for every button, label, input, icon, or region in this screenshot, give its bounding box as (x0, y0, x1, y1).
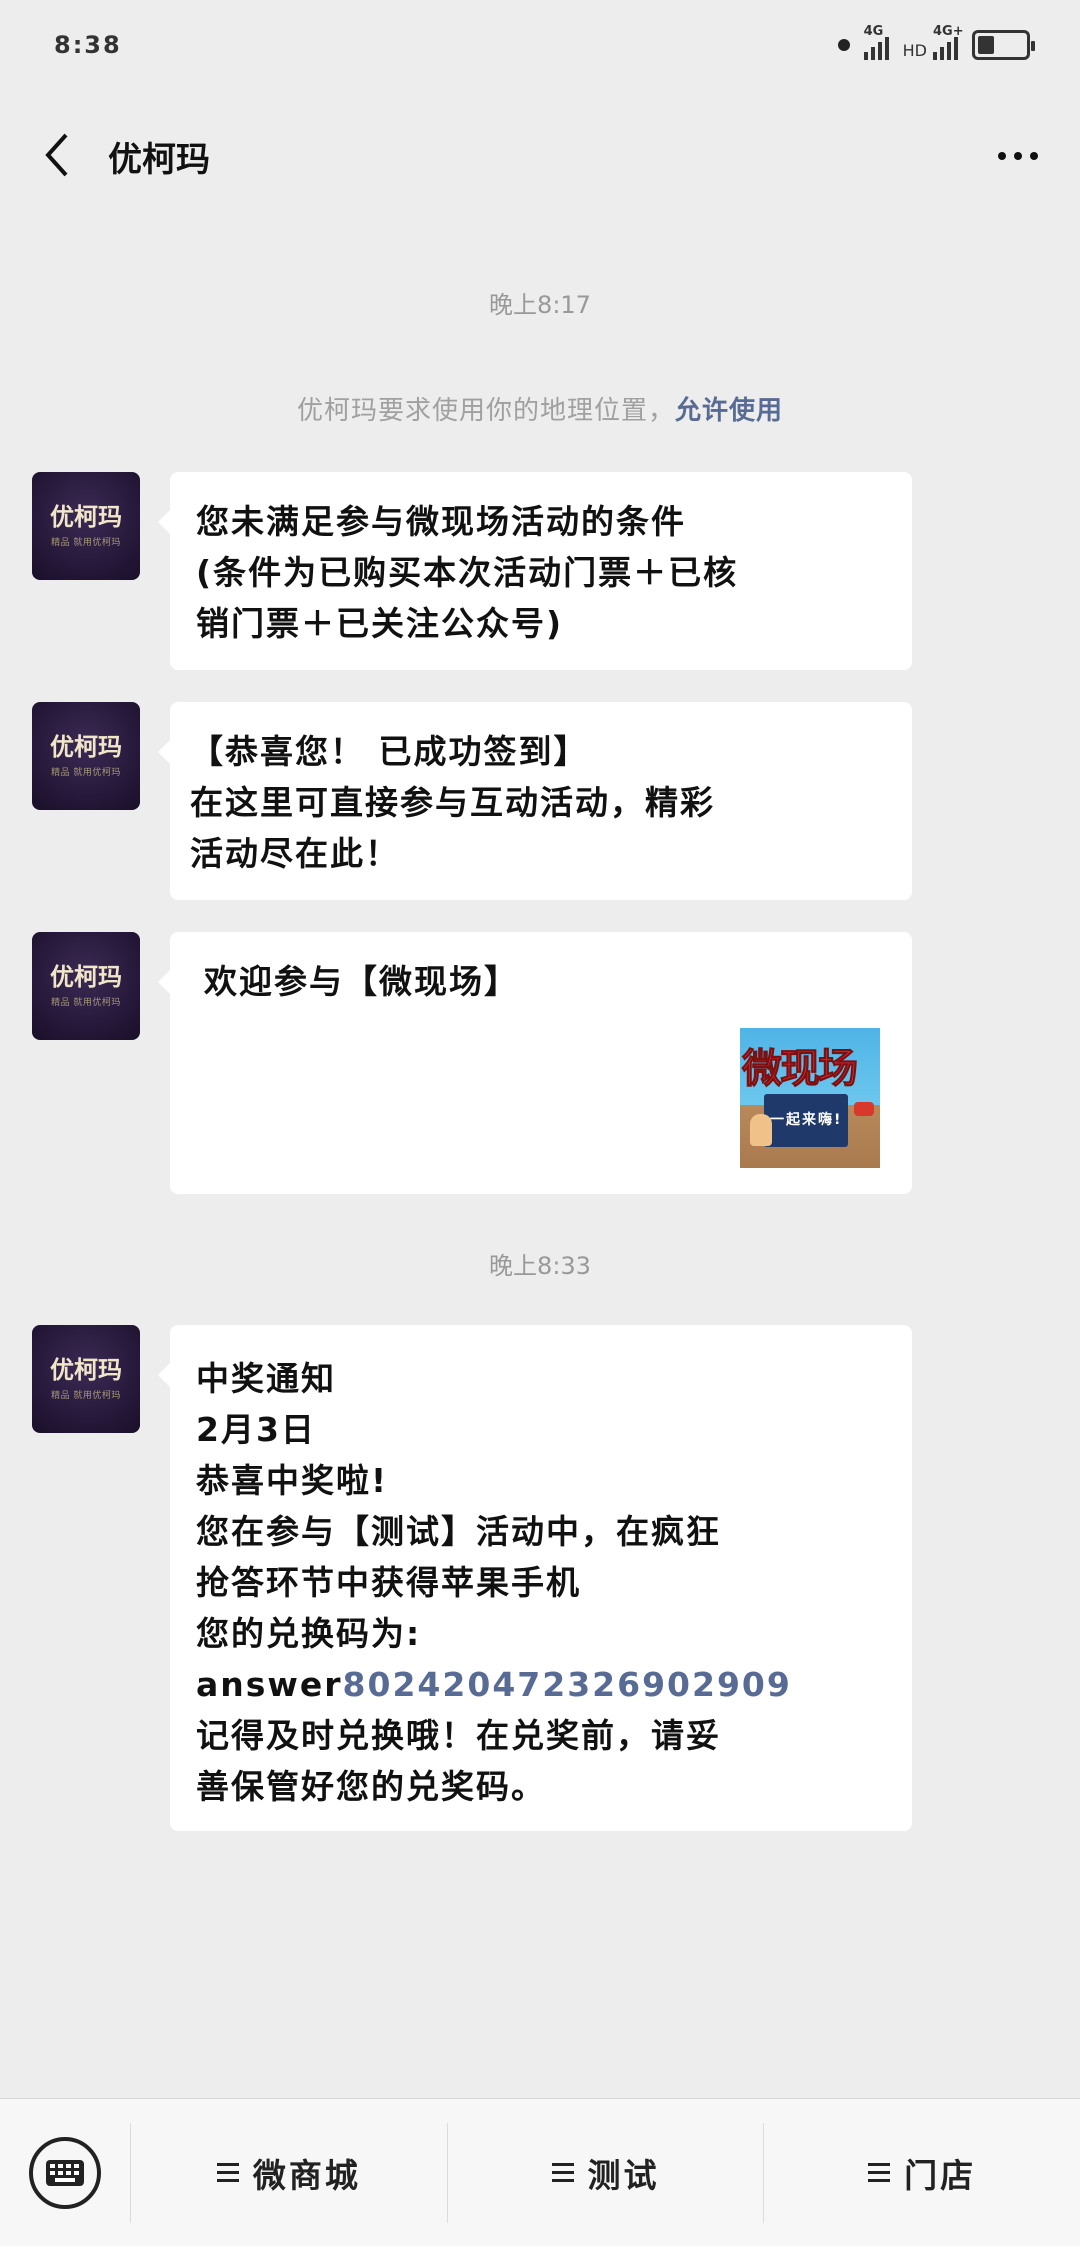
thumbnail-figure (750, 1114, 772, 1146)
message-bubble[interactable]: 您未满足参与微现场活动的条件 (条件为已购买本次活动门票＋已核 销门票＋已关注公… (158, 472, 912, 670)
timestamp: 晚上8:33 (489, 1252, 591, 1280)
message-bubble[interactable]: 中奖通知 2月3日 恭喜中奖啦! 您在参与【测试】活动中，在疯狂 抢答环节中获得… (158, 1325, 912, 1831)
avatar[interactable]: 优柯玛 精品 就用优柯玛 (32, 1325, 140, 1433)
timestamp: 晚上8:17 (489, 291, 591, 319)
menu-item-label: 测试 (587, 2155, 660, 2195)
message-line: 抢答环节中获得苹果手机 (196, 1563, 581, 1602)
redeem-code-prefix: answer (196, 1665, 343, 1704)
status-indicators: 4G HD 4G+ (837, 24, 1035, 60)
message-line: 善保管好您的兑奖码。 (196, 1767, 546, 1806)
avatar-title: 优柯玛 (50, 963, 122, 992)
chevron-left-icon (45, 133, 68, 177)
avatar-title: 优柯玛 (50, 733, 122, 762)
signal-1-label: 4G (863, 24, 884, 39)
message-line: 中奖通知 (196, 1359, 336, 1398)
allow-location-link[interactable]: 允许使用 (675, 396, 783, 426)
message-line: 恭喜中奖啦! (196, 1461, 389, 1500)
avatar[interactable]: 优柯玛 精品 就用优柯玛 (32, 702, 140, 810)
message-bubble[interactable]: 【恭喜您！ 已成功签到】 在这里可直接参与互动活动，精彩 活动尽在此！ (158, 702, 912, 900)
menu-item-label: 微商城 (252, 2155, 361, 2195)
message-line: (条件为已购买本次活动门票＋已核 (196, 553, 739, 592)
avatar-subtitle: 精品 就用优柯玛 (51, 767, 121, 778)
avatar-subtitle: 精品 就用优柯玛 (51, 537, 121, 548)
page-title: 优柯玛 (108, 140, 210, 180)
keyboard-toggle-button[interactable] (0, 2099, 130, 2246)
system-message: 优柯玛要求使用你的地理位置，允许使用 (0, 390, 1080, 427)
keyboard-icon (29, 2136, 101, 2209)
message-line: 您在参与【测试】活动中，在疯狂 (196, 1512, 721, 1551)
menu-item-shop[interactable]: 微商城 (130, 2122, 447, 2223)
avatar[interactable]: 优柯玛 精品 就用优柯玛 (32, 472, 140, 580)
avatar-title: 优柯玛 (50, 1356, 122, 1385)
system-message-text: 优柯玛要求使用你的地理位置， (296, 396, 675, 426)
status-bar: 8:38 4G HD 4G+ (0, 0, 1080, 90)
menu-list-icon (216, 2163, 239, 2182)
avatar-subtitle: 精品 就用优柯玛 (51, 997, 121, 1008)
notification-dot-icon (837, 39, 850, 51)
menu-item-test[interactable]: 测试 (446, 2122, 764, 2223)
bottom-menu-bar: 微商城 测试 门店 (0, 2098, 1080, 2246)
link-card[interactable]: 欢迎参与【微现场】 微现场 一起来嗨! (158, 932, 912, 1194)
menu-list-icon (868, 2163, 891, 2182)
message-line: 销门票＋已关注公众号) (196, 604, 564, 643)
avatar-subtitle: 精品 就用优柯玛 (51, 1390, 121, 1401)
message-line: 【恭喜您！ 已成功签到】 (190, 732, 589, 771)
thumbnail-subtitle: 一起来嗨! (764, 1094, 849, 1147)
message-line: 2月3日 (196, 1410, 316, 1449)
hd-label: HD (902, 41, 927, 60)
battery-level (978, 36, 995, 54)
more-button[interactable] (988, 136, 1048, 176)
avatar[interactable]: 优柯玛 精品 就用优柯玛 (32, 932, 140, 1040)
battery-icon (972, 30, 1035, 60)
message-line: 您未满足参与微现场活动的条件 (196, 502, 686, 541)
redeem-code-number[interactable]: 80242047232690290​9 (343, 1665, 792, 1704)
avatar-title: 优柯玛 (50, 503, 122, 532)
signal-1-icon: 4G (863, 24, 889, 60)
more-dot-icon (1030, 152, 1038, 160)
back-button[interactable] (32, 130, 82, 180)
message-line: 您的兑换码为: (196, 1614, 422, 1653)
thumbnail-title: 微现场 (742, 1046, 859, 1093)
thumbnail-decoration (854, 1102, 874, 1116)
status-time: 8:38 (54, 31, 122, 59)
message-line: 记得及时兑换哦！在兑奖前，请妥 (196, 1716, 721, 1755)
more-dot-icon (998, 152, 1006, 160)
signal-2-label: 4G+ (933, 24, 964, 39)
message-line: 活动尽在此！ (190, 834, 400, 873)
link-card-title: 欢迎参与【微现场】 (204, 962, 519, 1001)
menu-list-icon (551, 2163, 574, 2182)
message-line: 在这里可直接参与互动活动，精彩 (190, 783, 715, 822)
signal-2-icon: 4G+ (933, 24, 964, 60)
more-dot-icon (1014, 152, 1022, 160)
menu-item-label: 门店 (904, 2155, 977, 2195)
link-card-thumbnail: 微现场 一起来嗨! (740, 1028, 880, 1168)
redeem-code: answer80242047232690290​9 (196, 1659, 886, 1710)
nav-bar: 优柯玛 (0, 100, 1080, 210)
menu-item-store[interactable]: 门店 (763, 2122, 1080, 2223)
